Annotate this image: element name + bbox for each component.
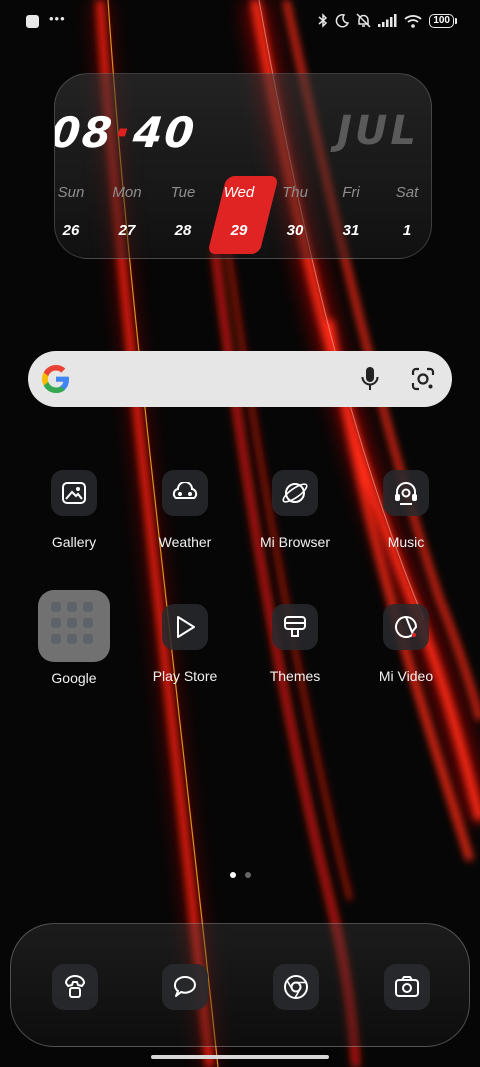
clock-minute: 40 [130, 108, 199, 157]
gallery-icon [51, 470, 97, 516]
app-label: Mi Video [378, 668, 434, 684]
app-weather[interactable]: Weather [130, 470, 240, 550]
do-not-disturb-moon-icon [336, 13, 350, 27]
app-label: Weather [158, 534, 212, 550]
more-dots-icon: ••• [49, 10, 66, 26]
app-mi-video[interactable]: Mi Video [351, 604, 461, 684]
app-gallery[interactable]: Gallery [19, 470, 129, 550]
app-label: Gallery [51, 534, 97, 550]
muted-bell-icon [356, 13, 371, 28]
day-sat: Sat 1 [395, 184, 419, 239]
dock [10, 923, 470, 1047]
day-wed-selected: Wed 29 [207, 176, 279, 254]
day-sun: Sun 26 [57, 184, 85, 239]
page-dot-active [229, 872, 236, 878]
google-g-icon [42, 365, 69, 393]
google-folder-icon [38, 590, 110, 662]
messages-icon[interactable] [162, 964, 208, 1010]
signal-icon [378, 14, 397, 27]
play-store-icon [162, 604, 208, 650]
day-tue: Tue 28 [170, 184, 196, 239]
status-bar[interactable]: ••• 100 [0, 0, 480, 44]
camera-icon[interactable] [384, 964, 430, 1010]
app-label: Music [387, 534, 425, 550]
month-label: JUL [337, 108, 419, 154]
app-themes[interactable]: Themes [240, 604, 350, 684]
app-label: Play Store [152, 668, 218, 684]
app-label: Mi Browser [259, 534, 330, 550]
clock-hour: 08 [54, 108, 117, 157]
wifi-icon [404, 14, 422, 28]
app-mi-browser[interactable]: Mi Browser [240, 470, 350, 550]
app-label: Google [51, 670, 97, 686]
video-play-icon [383, 604, 429, 650]
bluetooth-icon [318, 13, 328, 28]
clock-time[interactable]: 08·40 [54, 108, 199, 157]
home-gesture-bar[interactable] [151, 1055, 329, 1059]
app-label: Themes [269, 668, 321, 684]
app-play-store[interactable]: Play Store [130, 604, 240, 684]
folder-google[interactable]: Google [19, 590, 129, 686]
battery-indicator: 100 [429, 13, 457, 28]
microphone-icon[interactable] [360, 366, 380, 392]
chrome-icon[interactable] [273, 964, 319, 1010]
themes-brush-icon [272, 604, 318, 650]
notification-square-icon [26, 15, 39, 28]
app-music[interactable]: Music [351, 470, 461, 550]
phone-icon[interactable] [52, 964, 98, 1010]
week-strip: Sun 26 Mon 27 Tue 28 Wed 29 Thu 30 Fri 31 Sat 1 [55, 176, 431, 254]
clock-calendar-widget[interactable]: 08·40 JUL Sun 26 Mon 27 Tue 28 Wed 29 Thu 30 … [54, 73, 432, 259]
page-dot [244, 872, 251, 878]
google-search-bar[interactable] [28, 351, 452, 407]
weather-icon [162, 470, 208, 516]
day-fri: Fri 31 [342, 184, 360, 239]
google-lens-icon[interactable] [410, 366, 436, 392]
headphones-icon [383, 470, 429, 516]
day-thu: Thu 30 [282, 184, 308, 239]
globe-orbit-icon [272, 470, 318, 516]
day-mon: Mon 27 [112, 184, 142, 239]
page-indicator[interactable] [0, 872, 480, 878]
